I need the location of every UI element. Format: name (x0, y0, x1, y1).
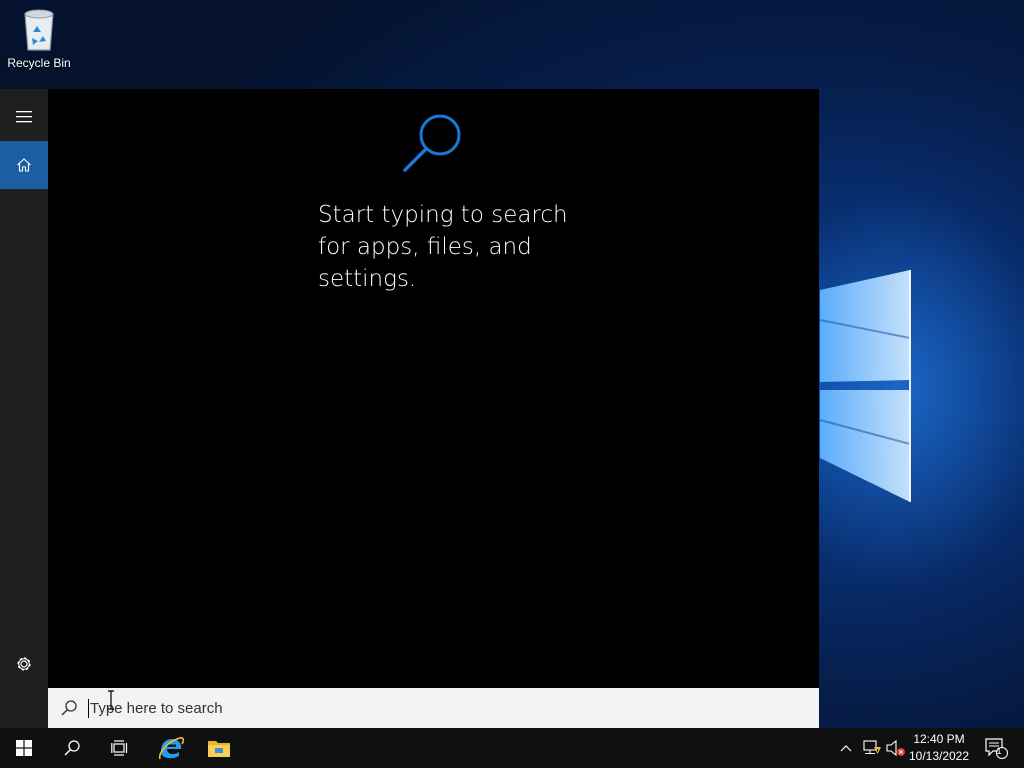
text-cursor-icon (108, 690, 114, 710)
internet-explorer-icon (158, 737, 184, 760)
search-hint-line: for apps, files, and (318, 234, 532, 260)
search-illustration-icon (403, 114, 461, 172)
taskbar: 12:40 PM 10/13/2022 1 (0, 728, 1024, 768)
file-explorer-icon (208, 741, 230, 757)
notification-count-badge: 1 (996, 746, 1002, 756)
search-input[interactable] (88, 698, 772, 718)
windows-logo-icon (16, 740, 32, 756)
search-pane: Start typing to search for apps, files, … (48, 89, 819, 688)
network-button[interactable] (860, 728, 882, 768)
start-button[interactable] (0, 728, 48, 768)
expand-menu-button[interactable] (0, 93, 48, 141)
desktop-icon-label: Recycle Bin (7, 56, 71, 70)
search-hint-line: Start typing to search (318, 202, 568, 228)
start-rail (0, 89, 48, 728)
taskbar-clock[interactable]: 12:40 PM 10/13/2022 (904, 731, 974, 765)
network-icon (863, 740, 881, 754)
chevron-up-icon (840, 745, 852, 752)
volume-muted-icon (886, 739, 905, 757)
gear-icon (17, 657, 31, 671)
search-hint-text: Start typing to search for apps, files, … (318, 199, 578, 295)
home-icon (17, 158, 31, 172)
desktop-icon-recycle-bin[interactable]: Recycle Bin (4, 6, 74, 70)
taskbar-internet-explorer[interactable] (147, 728, 195, 768)
search-icon (64, 740, 80, 756)
search-box[interactable] (48, 688, 819, 728)
search-icon (60, 698, 80, 718)
home-button[interactable] (0, 141, 48, 189)
taskbar-file-explorer[interactable] (195, 728, 243, 768)
settings-button[interactable] (0, 640, 48, 688)
clock-time: 12:40 PM (913, 732, 965, 746)
search-hint-line: settings. (318, 266, 417, 292)
hamburger-icon (16, 111, 32, 123)
action-center-button[interactable]: 1 (978, 728, 1014, 768)
recycle-bin-icon (24, 9, 54, 51)
show-hidden-icons-button[interactable] (836, 728, 856, 768)
task-view-button[interactable] (96, 728, 144, 768)
task-view-icon (111, 740, 128, 756)
volume-button[interactable] (884, 728, 906, 768)
search-button[interactable] (48, 728, 96, 768)
clock-date: 10/13/2022 (908, 749, 970, 763)
